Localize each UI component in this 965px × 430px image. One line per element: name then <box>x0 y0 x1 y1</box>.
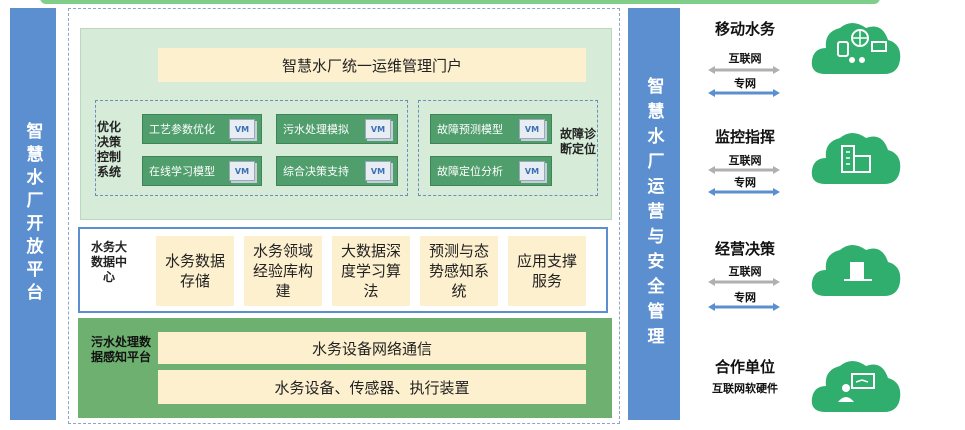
double-arrow-icon <box>708 89 780 97</box>
model-decision-support: 综合决策支持 VM <box>276 156 398 186</box>
model-fault-predict: 故障预测模型 VM <box>430 114 552 144</box>
decision-icon <box>811 245 901 296</box>
model-label: 综合决策支持 <box>283 165 349 178</box>
double-arrow-icon <box>708 303 780 311</box>
link-label: 互联网 <box>728 265 762 278</box>
model-sewage-sim: 污水处理模拟 VM <box>276 114 398 144</box>
vm-icon: VM <box>365 161 391 181</box>
dc-item-knowledge: 水务领域经验库构建 <box>244 236 322 306</box>
vm-icon: VM <box>519 119 545 139</box>
open-platform-bar: 智慧水厂开放平台 <box>10 8 56 420</box>
link-label: 互联网软硬件 <box>712 382 778 395</box>
data-center-label: 水务大数据中心 <box>90 240 127 284</box>
mobile-devices-icon <box>811 23 901 74</box>
model-label: 在线学习模型 <box>149 165 215 178</box>
double-arrow-icon <box>708 166 780 174</box>
terminal-title: 移动水务 <box>714 20 775 38</box>
vm-icon: VM <box>229 161 255 181</box>
vm-icon: VM <box>519 161 545 181</box>
model-label: 工艺参数优化 <box>149 123 215 136</box>
double-arrow-icon <box>708 188 780 196</box>
model-label: 故障定位分析 <box>437 165 503 178</box>
link-label: 互联网 <box>728 52 762 65</box>
model-label: 污水处理模拟 <box>283 123 349 136</box>
model-process-param: 工艺参数优化 VM <box>142 114 262 144</box>
network-comm-bar: 水务设备网络通信 <box>158 332 586 364</box>
top-decor-bar <box>40 0 880 4</box>
sensing-label: 污水处理数据感知平台 <box>90 335 151 364</box>
vm-icon: VM <box>229 119 255 139</box>
terminal-title: 合作单位 <box>714 358 775 376</box>
dc-item-situation: 预测与态势感知系统 <box>420 236 498 306</box>
fault-label: 故障诊断定位 <box>560 127 597 156</box>
dc-item-deep-learning: 大数据深度学习算法 <box>332 236 410 306</box>
portal-box: 智慧水厂统一运维管理门户 <box>158 48 586 82</box>
operation-security-bar: 智慧水厂运营与安全管理 <box>628 8 680 420</box>
double-arrow-icon <box>708 66 780 74</box>
terminal-title: 监控指挥 <box>714 128 775 146</box>
model-online-learning: 在线学习模型 VM <box>142 156 262 186</box>
partner-icon <box>811 361 901 412</box>
double-arrow-icon <box>708 278 780 286</box>
optimization-label: 优化决策控制系统 <box>97 120 122 179</box>
model-label: 故障预测模型 <box>437 123 503 136</box>
terminal-title: 经营决策 <box>714 240 775 258</box>
model-fault-locate: 故障定位分析 VM <box>430 156 552 186</box>
building-monitor-icon <box>811 133 901 184</box>
device-sensor-bar: 水务设备、传感器、执行装置 <box>158 370 586 404</box>
dc-item-support: 应用支撑服务 <box>508 236 586 306</box>
dc-item-storage: 水务数据存储 <box>156 236 234 306</box>
vm-icon: VM <box>365 119 391 139</box>
